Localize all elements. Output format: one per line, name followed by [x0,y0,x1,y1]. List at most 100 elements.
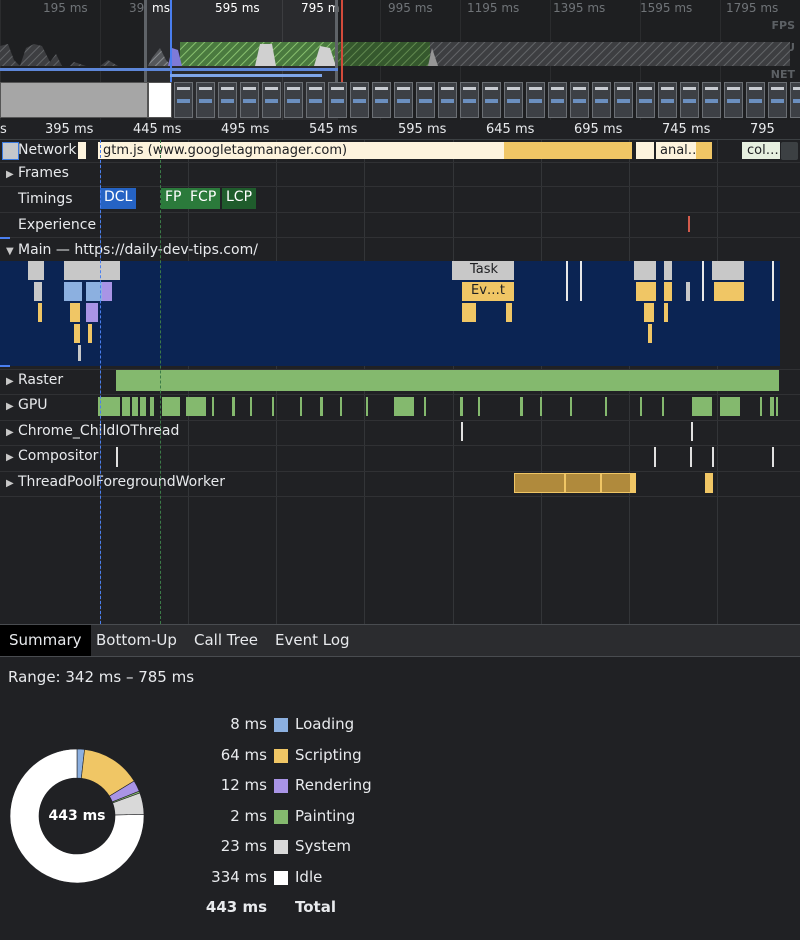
network-request-gtm[interactable]: gtm.js (www.googletagmanager.com) [98,142,504,159]
screenshot-thumbnail[interactable] [394,82,413,118]
frames-track-label[interactable]: ▶ Frames [6,165,69,181]
screenshot-thumbnail[interactable] [438,82,457,118]
gpu-event[interactable] [212,397,214,416]
network-request-analytics-download[interactable] [696,142,712,159]
compositor-event[interactable] [116,447,118,467]
gpu-event[interactable] [232,397,235,416]
flame-task[interactable] [702,261,704,301]
flame-task-labeled[interactable]: Task [452,261,514,280]
gpu-event[interactable] [140,397,146,416]
screenshot-thumbnail[interactable] [614,82,633,118]
gpu-event[interactable] [250,397,252,416]
gpu-event[interactable] [662,397,664,416]
threadpool-subtask[interactable] [600,473,602,493]
screenshot-thumbnail[interactable] [262,82,281,118]
compositor-track-label[interactable]: ▶ Compositor [6,448,98,464]
compositor-event[interactable] [712,447,714,467]
flame-task[interactable] [566,261,568,301]
flame-task[interactable] [28,261,44,280]
gpu-event[interactable] [162,397,180,416]
flame-function[interactable] [38,303,42,322]
screenshot-thumbnail[interactable] [218,82,237,118]
flame-function[interactable] [644,303,654,322]
io-thread-track-label[interactable]: ▶ Chrome_ChildIOThread [6,423,179,439]
tab-summary[interactable]: Summary [0,625,91,656]
screenshot-thumbnail[interactable] [790,82,800,118]
main-track-label[interactable]: ▼ Main — https://daily-dev-tips.com/ [6,242,258,258]
lcp-marker[interactable]: LCP [222,188,257,209]
gpu-event[interactable] [605,397,607,416]
flame-function[interactable] [88,324,92,343]
flame-function[interactable] [34,282,42,301]
screenshot-thumbnail[interactable] [306,82,325,118]
screenshot-thumbnail[interactable] [416,82,435,118]
flame-function[interactable] [78,345,81,361]
network-request-bar[interactable] [78,142,86,159]
screenshot-thumbnail[interactable] [350,82,369,118]
threadpool-track-label[interactable]: ▶ ThreadPoolForegroundWorker [6,474,225,490]
raster-track-label[interactable]: ▶ Raster [6,372,63,388]
flame-function[interactable] [102,282,112,301]
compositor-event[interactable] [654,447,656,467]
gpu-event[interactable] [540,397,542,416]
screenshot-thumbnail[interactable] [460,82,479,118]
screenshot-thumbnail[interactable] [658,82,677,118]
gpu-event[interactable] [320,397,323,416]
flame-task[interactable] [712,261,744,280]
timeline-ruler[interactable]: s 395 ms 445 ms 495 ms 545 ms 595 ms 645… [0,120,800,140]
gpu-event[interactable] [366,397,368,416]
screenshot-thumbnail[interactable] [680,82,699,118]
threadpool-subtask[interactable] [564,473,566,493]
screenshot-thumbnail[interactable] [504,82,523,118]
flame-task[interactable] [664,261,672,280]
gpu-event[interactable] [394,397,414,416]
screenshot-thumbnail[interactable] [724,82,743,118]
flame-function[interactable] [86,303,98,322]
gpu-event[interactable] [570,397,572,416]
network-request-gtm-download[interactable] [504,142,632,159]
gpu-event[interactable] [186,397,206,416]
screenshot-thumbnail[interactable] [526,82,545,118]
flame-function[interactable] [664,303,668,322]
flame-event[interactable] [714,282,744,301]
fp-marker[interactable]: FP [161,188,186,209]
flame-function[interactable] [70,303,80,322]
screenshot-thumbnail[interactable] [482,82,501,118]
screenshot-thumbnail[interactable] [372,82,391,118]
network-request-collect[interactable]: col… [742,142,780,159]
gpu-event[interactable] [150,397,154,416]
gpu-event[interactable] [520,397,523,416]
flame-function[interactable] [64,282,82,301]
network-track-label[interactable]: ▶ Network [6,142,76,158]
screenshot-thumbnail[interactable] [196,82,215,118]
flame-event[interactable] [686,282,690,301]
dcl-marker[interactable]: DCL [100,188,137,209]
gpu-event[interactable] [132,397,138,416]
tab-bottom-up[interactable]: Bottom-Up [87,625,186,656]
gpu-event[interactable] [424,397,426,416]
main-thread-flamechart[interactable]: Task Ev…t [0,261,780,366]
threadpool-task[interactable] [705,473,713,493]
flame-event[interactable] [664,282,672,301]
raster-activity[interactable] [116,370,779,391]
flame-function[interactable] [462,303,476,322]
flame-event[interactable]: Ev…t [462,282,514,301]
threadpool-subtask[interactable] [630,473,636,493]
gpu-event[interactable] [692,397,712,416]
network-request-bar[interactable] [636,142,654,159]
flame-function[interactable] [74,324,80,343]
timeline-overview[interactable]: 195 ms 39 ms 595 ms 795 m 995 ms 1195 ms… [0,0,800,120]
gpu-event[interactable] [98,397,120,416]
gpu-event[interactable] [776,397,778,416]
gpu-event[interactable] [478,397,480,416]
timeline-tracks[interactable]: ▶ Network gtm.js (www.googletagmanager.co… [0,140,800,624]
gpu-event[interactable] [272,397,274,416]
io-event[interactable] [691,422,693,441]
screenshot-thumbnail[interactable] [284,82,303,118]
compositor-event[interactable] [690,447,692,467]
gpu-event[interactable] [760,397,762,416]
flame-function[interactable] [648,324,652,343]
screenshot-thumbnail[interactable] [328,82,347,118]
flame-task[interactable] [580,261,582,301]
gpu-event[interactable] [122,397,130,416]
